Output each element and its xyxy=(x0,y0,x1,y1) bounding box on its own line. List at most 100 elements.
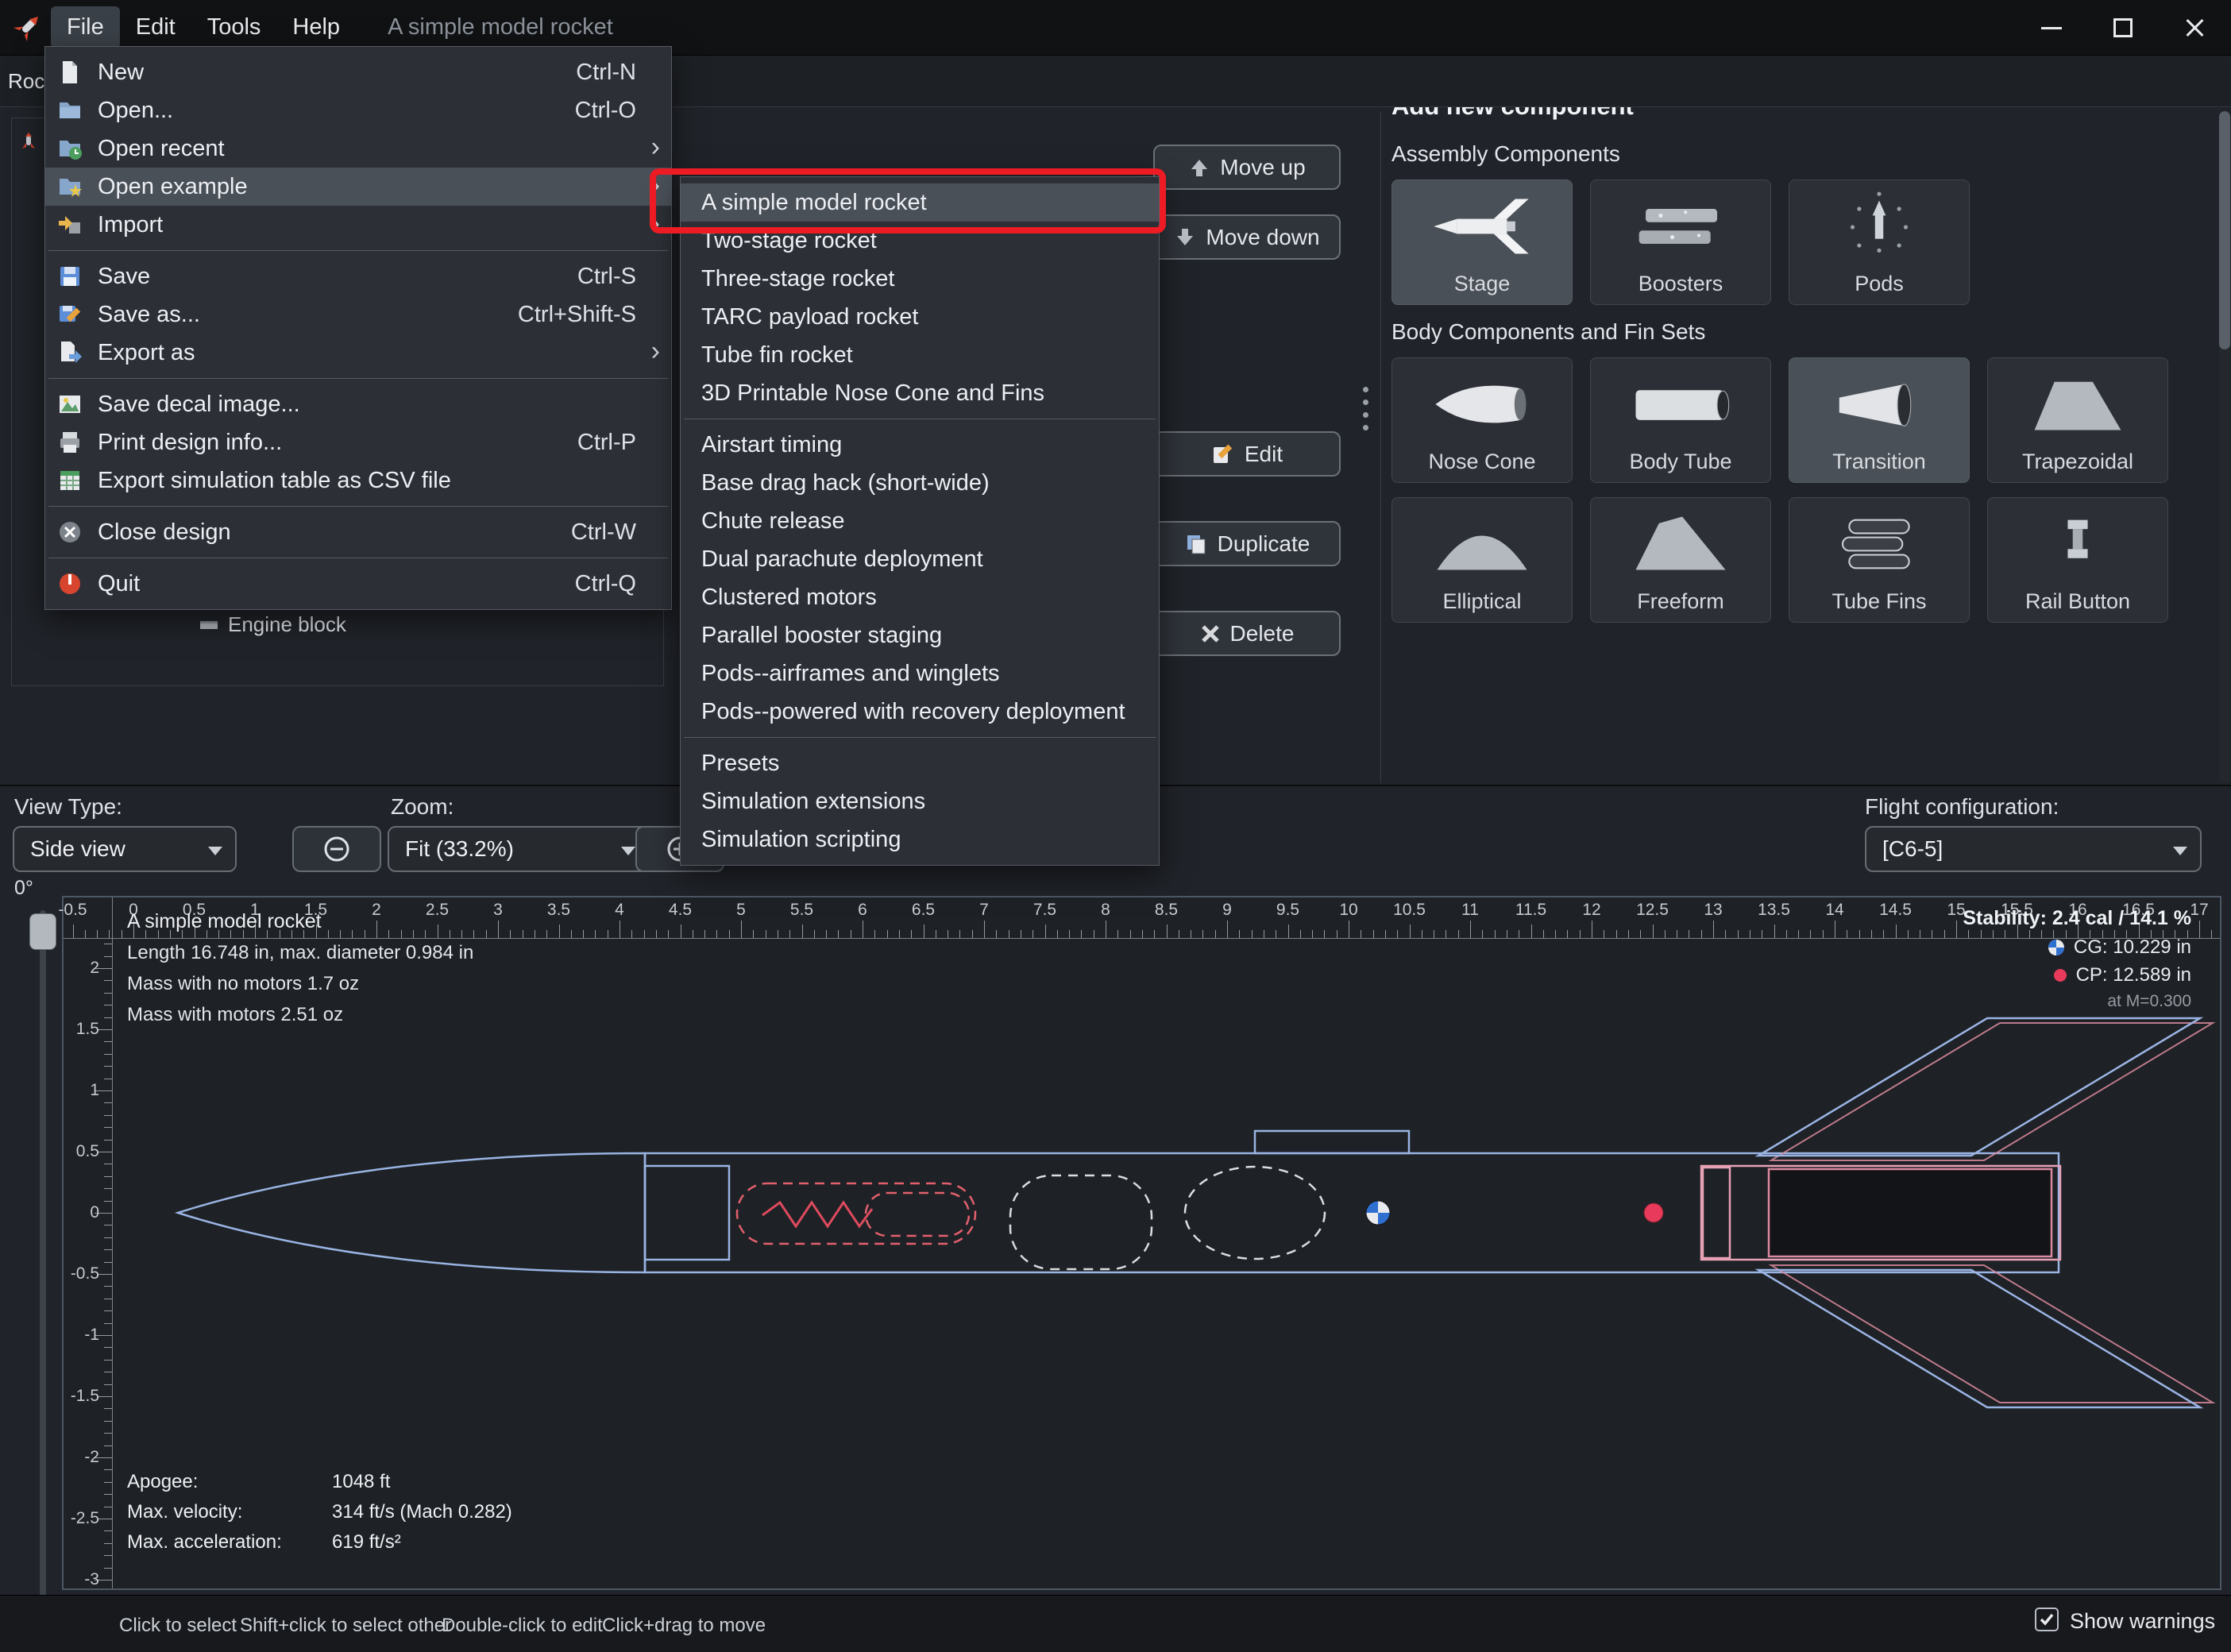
edit-button[interactable]: Edit xyxy=(1153,431,1341,477)
close-design-icon xyxy=(60,522,80,542)
minimize-button[interactable] xyxy=(2016,0,2087,56)
flight-config-select[interactable]: [C6-5] xyxy=(1865,826,2202,872)
submenu-item-pods-powered[interactable]: Pods--powered with recovery deployment xyxy=(681,693,1159,731)
submenu-item-label: Pods--airframes and winglets xyxy=(701,660,1000,686)
transition-icon xyxy=(1789,363,1969,446)
menu-item-shortcut: Ctrl-W xyxy=(570,519,636,545)
menu-item-quit[interactable]: Quit Ctrl-Q xyxy=(45,565,671,603)
menubar-help[interactable]: Help xyxy=(276,6,356,48)
scrollbar-thumb[interactable] xyxy=(2219,111,2230,349)
submenu-item-base-drag-hack[interactable]: Base drag hack (short-wide) xyxy=(681,464,1159,502)
menu-item-print-design-info[interactable]: Print design info... Ctrl-P xyxy=(45,423,671,461)
component-transition-button[interactable]: Transition xyxy=(1789,357,1970,483)
component-tube-fins-button[interactable]: Tube Fins xyxy=(1789,497,1970,623)
component-label: Tube Fins xyxy=(1832,589,1927,613)
submenu-item-3d-printable[interactable]: 3D Printable Nose Cone and Fins xyxy=(681,374,1159,412)
submenu-item-two-stage[interactable]: Two-stage rocket xyxy=(681,222,1159,260)
submenu-item-label: Tube fin rocket xyxy=(701,342,853,368)
launch-lug[interactable] xyxy=(1253,1129,1411,1155)
component-label: Nose Cone xyxy=(1428,450,1536,473)
menu-separator xyxy=(48,378,668,379)
submenu-item-three-stage[interactable]: Three-stage rocket xyxy=(681,260,1159,298)
component-label: Freeform xyxy=(1637,589,1724,613)
submenu-item-presets[interactable]: Presets xyxy=(681,744,1159,782)
menu-item-save[interactable]: Save Ctrl-S xyxy=(45,257,671,295)
menu-item-export-as[interactable]: Export as › xyxy=(45,334,671,372)
maximize-button[interactable] xyxy=(2087,0,2159,56)
tree-item-label: Engine block xyxy=(228,612,346,636)
menu-item-label: Save xyxy=(98,263,151,289)
panel-splitter-handle[interactable] xyxy=(1363,380,1368,438)
figure-name: A simple model rocket xyxy=(127,910,322,932)
submenu-item-parallel-booster[interactable]: Parallel booster staging xyxy=(681,616,1159,654)
submenu-item-tarc-payload[interactable]: TARC payload rocket xyxy=(681,298,1159,336)
chevron-down-icon xyxy=(2173,847,2187,855)
menu-item-new[interactable]: New Ctrl-N xyxy=(45,53,671,91)
zoom-select[interactable]: Fit (33.2%) xyxy=(388,826,650,872)
motor-mount[interactable] xyxy=(1700,1164,2062,1261)
submenu-item-label: Airstart timing xyxy=(701,431,843,457)
component-boosters-button[interactable]: Boosters xyxy=(1590,179,1771,305)
component-elliptical-button[interactable]: Elliptical xyxy=(1391,497,1573,623)
move-up-button[interactable]: Move up xyxy=(1153,145,1341,190)
hint-click-select: Click to select xyxy=(119,1615,237,1636)
nose-cone-icon xyxy=(1392,363,1572,446)
component-stage-button[interactable]: Stage xyxy=(1391,179,1573,305)
component-pods-button[interactable]: Pods xyxy=(1789,179,1970,305)
import-icon xyxy=(59,216,80,234)
tube-fins-icon xyxy=(1789,503,1969,585)
show-warnings-label: Show warnings xyxy=(2070,1609,2216,1633)
nose-cone[interactable] xyxy=(174,1152,731,1274)
wadding[interactable] xyxy=(1183,1165,1326,1260)
close-button[interactable] xyxy=(2159,0,2230,56)
menu-item-open-example[interactable]: Open example › xyxy=(45,168,671,206)
component-trapezoidal-button[interactable]: Trapezoidal xyxy=(1987,357,2168,483)
rocket-figure-canvas[interactable]: -0.5 0 0.5 1 1.5 2 2.5 3 3.5 4 4.5 5 5.5 6 6.5 7 7.5 8 8.5… xyxy=(58,896,2221,1590)
menu-item-save-decal[interactable]: Save decal image... xyxy=(45,385,671,423)
zoom-out-button[interactable] xyxy=(292,826,381,872)
menu-item-close-design[interactable]: Close design Ctrl-W xyxy=(45,513,671,551)
submenu-item-clustered-motors[interactable]: Clustered motors xyxy=(681,578,1159,616)
menu-item-shortcut: Ctrl+Shift-S xyxy=(517,301,636,327)
submenu-item-label: Clustered motors xyxy=(701,584,877,610)
menu-item-open-recent[interactable]: Open recent › xyxy=(45,129,671,168)
menu-item-label: Open example xyxy=(98,173,248,199)
menubar-tools[interactable]: Tools xyxy=(191,6,277,48)
duplicate-button[interactable]: Duplicate xyxy=(1153,521,1341,566)
view-type-select[interactable]: Side view xyxy=(13,826,237,872)
menubar-edit[interactable]: Edit xyxy=(120,6,191,48)
menu-item-export-csv[interactable]: Export simulation table as CSV file xyxy=(45,461,671,500)
submenu-item-airstart-timing[interactable]: Airstart timing xyxy=(681,426,1159,464)
show-warnings-checkbox[interactable] xyxy=(2035,1608,2059,1631)
shock-cord[interactable] xyxy=(735,1182,977,1245)
submenu-item-simulation-extensions[interactable]: Simulation extensions xyxy=(681,782,1159,820)
menu-item-import[interactable]: Import › xyxy=(45,206,671,244)
engine-block-icon xyxy=(200,620,218,629)
submenu-item-dual-parachute[interactable]: Dual parachute deployment xyxy=(681,540,1159,578)
delete-x-icon xyxy=(1201,624,1219,643)
rotation-slider-thumb[interactable] xyxy=(29,913,56,950)
component-body-tube-button[interactable]: Body Tube xyxy=(1590,357,1771,483)
component-freeform-button[interactable]: Freeform xyxy=(1590,497,1771,623)
submenu-item-pods-airframes[interactable]: Pods--airframes and winglets xyxy=(681,654,1159,693)
component-nose-cone-button[interactable]: Nose Cone xyxy=(1391,357,1573,483)
submenu-item-simulation-scripting[interactable]: Simulation scripting xyxy=(681,820,1159,859)
menu-item-save-as[interactable]: Save as... Ctrl+Shift-S xyxy=(45,295,671,334)
figure-mass-motors: Mass with motors 2.51 oz xyxy=(127,1004,344,1025)
rotation-slider-track[interactable] xyxy=(40,910,46,1617)
hint-double-click: Double-click to edit xyxy=(442,1615,603,1636)
pods-icon xyxy=(1789,185,1969,268)
move-down-button[interactable]: Move down xyxy=(1153,214,1341,260)
app-rocket-icon xyxy=(13,16,39,41)
delete-button[interactable]: Delete xyxy=(1153,611,1341,656)
component-rail-button-button[interactable]: Rail Button xyxy=(1987,497,2168,623)
submenu-arrow-icon: › xyxy=(650,207,660,238)
submenu-item-tube-fin[interactable]: Tube fin rocket xyxy=(681,336,1159,374)
menubar-file[interactable]: File xyxy=(51,6,120,48)
submenu-item-simple-model-rocket[interactable]: A simple model rocket xyxy=(681,183,1159,222)
menu-item-open[interactable]: Open... Ctrl-O xyxy=(45,91,671,129)
tree-item-engine-block[interactable]: Engine block xyxy=(198,612,346,637)
parachute[interactable] xyxy=(1009,1174,1153,1271)
menu-item-label: Open recent xyxy=(98,135,225,161)
submenu-item-chute-release[interactable]: Chute release xyxy=(681,502,1159,540)
